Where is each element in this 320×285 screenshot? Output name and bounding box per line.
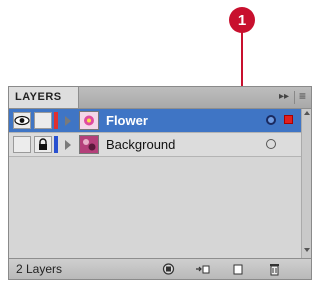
tab-layers[interactable]: LAYERS [9, 87, 79, 108]
eye-icon [14, 115, 30, 126]
expand-triangle-icon[interactable] [65, 116, 71, 126]
layer-count: 2 Layers [16, 262, 63, 276]
layer-row-background[interactable]: Background [9, 133, 301, 157]
tab-divider [294, 91, 295, 104]
layer-row-flower[interactable]: Flower [9, 109, 301, 133]
lock-icon [39, 138, 47, 150]
create-sublayer-icon[interactable] [195, 262, 210, 276]
target-circle-icon[interactable] [266, 115, 276, 125]
layer-color-indicator [54, 112, 58, 129]
expand-triangle-icon[interactable] [65, 140, 71, 150]
layers-panel: LAYERS ▸▸ ≡ Flower Background 2 Layers [8, 86, 312, 280]
lock-toggle[interactable] [34, 136, 52, 153]
expand-icon[interactable]: ▸▸ [279, 91, 289, 103]
lock-toggle[interactable] [34, 112, 52, 129]
selection-indicator-icon[interactable] [284, 115, 293, 124]
delete-layer-icon[interactable] [267, 262, 282, 276]
layers-list: Flower Background [9, 109, 301, 258]
scroll-up-icon[interactable] [304, 111, 310, 115]
panel-footer: 2 Layers [9, 258, 311, 279]
layer-color-indicator [54, 136, 58, 153]
callout-badge: 1 [229, 7, 255, 33]
panel-tabbar: LAYERS ▸▸ ≡ [9, 87, 311, 109]
background-thumbnail-icon [80, 136, 98, 153]
visibility-toggle[interactable] [13, 112, 31, 129]
layer-name[interactable]: Flower [106, 113, 148, 129]
create-new-layer-icon[interactable] [231, 262, 246, 276]
scroll-down-icon[interactable] [304, 248, 310, 252]
scrollbar[interactable] [301, 109, 311, 258]
flower-thumbnail-icon [84, 115, 94, 126]
visibility-toggle[interactable] [13, 136, 31, 153]
layer-name[interactable]: Background [106, 137, 175, 153]
layer-thumbnail [79, 111, 99, 130]
make-clipping-mask-icon[interactable] [161, 262, 176, 276]
panel-menu-icon[interactable]: ≡ [299, 90, 306, 102]
target-circle-icon[interactable] [266, 139, 276, 149]
layer-thumbnail [79, 135, 99, 154]
